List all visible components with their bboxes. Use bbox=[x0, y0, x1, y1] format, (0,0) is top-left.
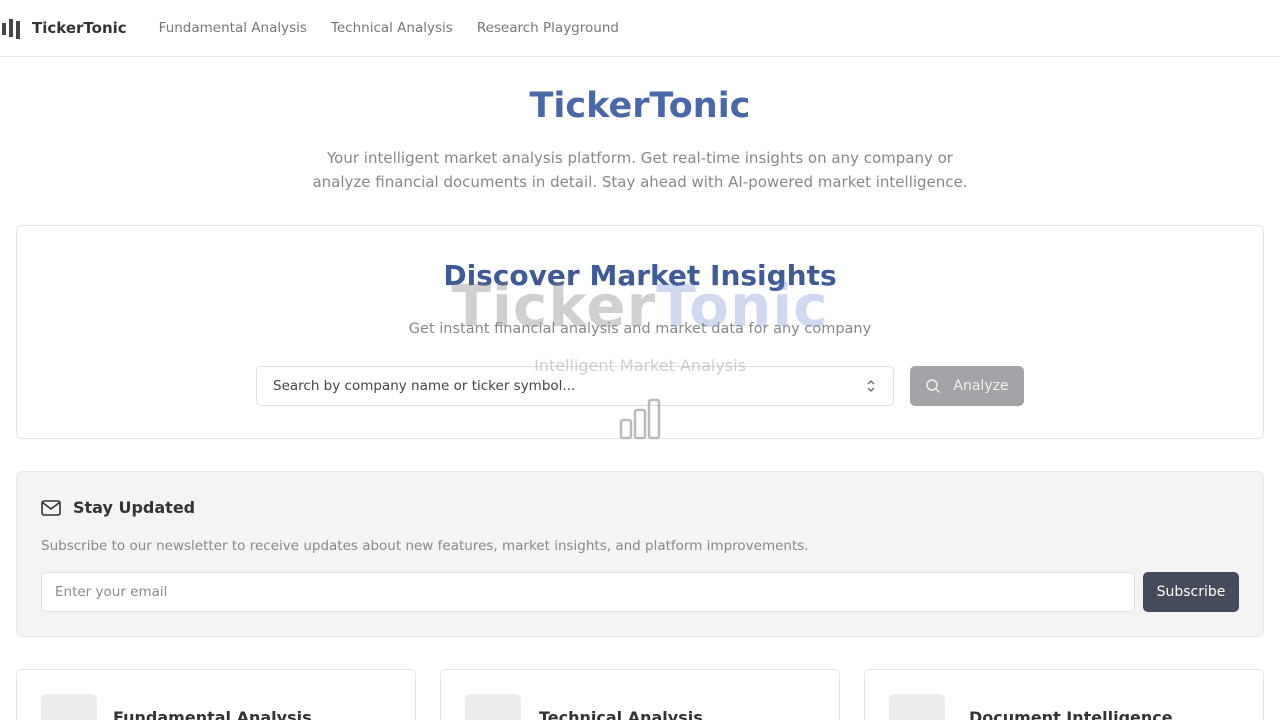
newsletter-description: Subscribe to our newsletter to receive u… bbox=[41, 538, 809, 554]
newsletter-title: Stay Updated bbox=[73, 498, 196, 517]
feature-icon bbox=[889, 694, 945, 720]
hero-title: TickerTonic bbox=[529, 86, 751, 126]
feature-card-fundamental-analysis[interactable]: Fundamental Analysis bbox=[16, 669, 416, 720]
mail-icon bbox=[41, 499, 61, 516]
feature-label: Document Intelligence bbox=[969, 708, 1173, 720]
bar-chart-logo-icon bbox=[2, 19, 20, 39]
feature-icon bbox=[465, 694, 521, 720]
email-field[interactable] bbox=[41, 572, 1135, 612]
bar-chart-loading-icon bbox=[619, 398, 661, 440]
hero-subtitle: Your intelligent market analysis platfor… bbox=[312, 149, 968, 191]
chevrons-up-down-icon bbox=[867, 380, 875, 392]
analyze-label: Analyze bbox=[953, 378, 1009, 394]
nav-link-technical-analysis[interactable]: Technical Analysis bbox=[331, 20, 453, 36]
feature-icon bbox=[41, 694, 97, 720]
feature-label: Technical Analysis bbox=[539, 708, 703, 720]
loading-overlay-title: TickerTonic bbox=[0, 272, 1280, 340]
overlay-title-part1: Ticker bbox=[451, 272, 657, 340]
feature-label: Fundamental Analysis bbox=[113, 708, 312, 720]
feature-card-technical-analysis[interactable]: Technical Analysis bbox=[440, 669, 840, 720]
loading-overlay-subtitle: Intelligent Market Analysis bbox=[534, 356, 746, 375]
brand-logo[interactable]: TickerTonic bbox=[2, 17, 127, 39]
subscribe-button[interactable]: Subscribe bbox=[1143, 572, 1239, 612]
search-icon bbox=[926, 379, 941, 394]
feature-card-document-intelligence[interactable]: Document Intelligence bbox=[864, 669, 1264, 720]
nav-link-research-playground[interactable]: Research Playground bbox=[477, 20, 619, 36]
brand-name: TickerTonic bbox=[32, 19, 127, 37]
newsletter-card: Stay Updated Subscribe to our newsletter… bbox=[16, 471, 1264, 637]
nav-link-fundamental-analysis[interactable]: Fundamental Analysis bbox=[159, 20, 307, 36]
search-placeholder: Search by company name or ticker symbol.… bbox=[273, 378, 576, 394]
top-nav: TickerTonic Fundamental Analysis Technic… bbox=[0, 0, 1280, 57]
newsletter-header: Stay Updated bbox=[41, 498, 195, 517]
overlay-title-part2: Tonic bbox=[656, 272, 829, 340]
